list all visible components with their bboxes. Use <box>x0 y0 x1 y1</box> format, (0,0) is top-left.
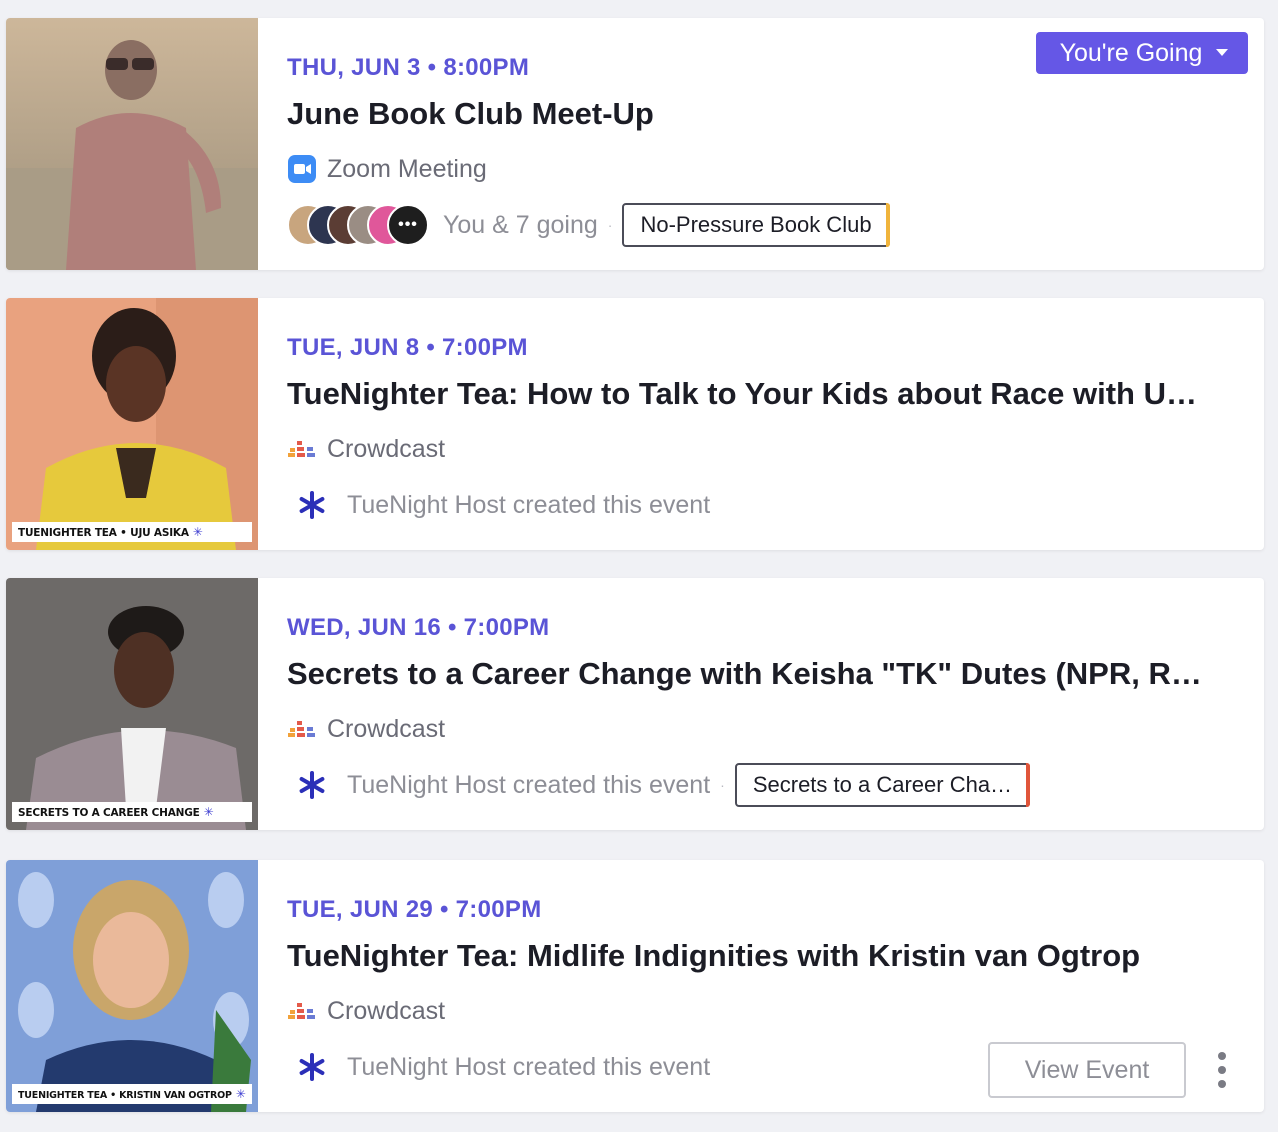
venue-label: Crowdcast <box>327 714 446 743</box>
event-title[interactable]: TueNighter Tea: Midlife Indignities with… <box>287 938 1234 974</box>
event-title[interactable]: Secrets to a Career Change with Keisha "… <box>287 656 1234 692</box>
tag-color-bar <box>1026 763 1031 807</box>
group-tag-label: No-Pressure Book Club <box>640 212 872 237</box>
tag-color-bar <box>885 203 890 247</box>
event-thumbnail[interactable] <box>6 18 258 270</box>
more-options-icon[interactable] <box>1210 1052 1234 1088</box>
event-venue: Crowdcast <box>287 714 445 744</box>
event-date: WED, JUN 16 • 7:00PM <box>287 614 550 641</box>
host-info: TueNight Host created this event <box>287 768 710 802</box>
host-text: TueNight Host created this event <box>347 1052 711 1081</box>
event-meta: TueNight Host created this event · Secre… <box>287 760 1031 810</box>
attendee-avatars[interactable]: ••• <box>287 204 429 246</box>
thumbnail-caption: TUENIGHTER TEA • KRISTIN VAN OGTROP ✳ <box>12 1084 252 1104</box>
event-venue: Zoom Meeting <box>287 154 487 184</box>
event-details: WED, JUN 16 • 7:00PM Secrets to a Career… <box>287 578 1234 830</box>
separator-dot: · <box>607 217 613 233</box>
host-text: TueNight Host created this event <box>347 770 711 799</box>
crowdcast-icon <box>287 996 317 1026</box>
rsvp-label: You're Going <box>1059 38 1203 67</box>
tuenight-logo-icon <box>295 768 329 802</box>
host-info: TueNight Host created this event <box>287 1050 710 1084</box>
crowdcast-icon <box>287 434 317 464</box>
venue-label: Crowdcast <box>327 996 446 1025</box>
host-info: TueNight Host created this event <box>287 488 710 522</box>
zoom-icon <box>287 154 317 184</box>
host-text: TueNight Host created this event <box>347 490 711 519</box>
event-details: TUE, JUN 8 • 7:00PM TueNighter Tea: How … <box>287 298 1234 550</box>
attendance-count: You & 7 going <box>443 210 598 239</box>
event-date: THU, JUN 3 • 8:00PM <box>287 54 530 81</box>
crowdcast-icon <box>287 714 317 744</box>
event-thumbnail[interactable]: SECRETS TO A CAREER CHANGE ✳ <box>6 578 258 830</box>
event-date: TUE, JUN 29 • 7:00PM <box>287 896 542 923</box>
event-meta: ••• You & 7 going · No-Pressure Book Clu… <box>287 200 890 250</box>
tuenight-logo-icon <box>295 488 329 522</box>
event-card[interactable]: TUENIGHTER TEA • KRISTIN VAN OGTROP ✳ TUE… <box>6 860 1264 1112</box>
event-thumbnail[interactable]: TUENIGHTER TEA • UJU ASIKA ✳ <box>6 298 258 550</box>
event-meta: TueNight Host created this event <box>287 480 710 530</box>
tuenight-logo-icon <box>295 1050 329 1084</box>
group-tag-label: Secrets to a Career Cha… <box>752 772 1013 797</box>
event-venue: Crowdcast <box>287 996 445 1026</box>
thumbnail-caption: SECRETS TO A CAREER CHANGE ✳ <box>12 802 252 822</box>
event-list: THU, JUN 3 • 8:00PM June Book Club Meet-… <box>0 0 1278 1132</box>
event-meta: TueNight Host created this event <box>287 1042 710 1092</box>
event-thumbnail[interactable]: TUENIGHTER TEA • KRISTIN VAN OGTROP ✳ <box>6 860 258 1112</box>
event-card[interactable]: SECRETS TO A CAREER CHANGE ✳ WED, JUN 16 … <box>6 578 1264 830</box>
event-venue: Crowdcast <box>287 434 445 464</box>
rsvp-dropdown-button[interactable]: You're Going <box>1036 32 1248 74</box>
event-title[interactable]: TueNighter Tea: How to Talk to Your Kids… <box>287 376 1234 412</box>
event-card[interactable]: TUENIGHTER TEA • UJU ASIKA ✳ TUE, JUN 8 •… <box>6 298 1264 550</box>
thumbnail-caption: TUENIGHTER TEA • UJU ASIKA ✳ <box>12 522 252 542</box>
caret-down-icon <box>1216 49 1228 56</box>
group-tag[interactable]: No-Pressure Book Club <box>622 203 890 247</box>
view-event-button[interactable]: View Event <box>988 1042 1186 1098</box>
separator-dot: · <box>720 777 725 793</box>
venue-label: Crowdcast <box>327 434 446 463</box>
event-title[interactable]: June Book Club Meet-Up <box>287 96 1234 132</box>
group-tag[interactable]: Secrets to a Career Cha… <box>734 763 1031 807</box>
event-card[interactable]: THU, JUN 3 • 8:00PM June Book Club Meet-… <box>6 18 1264 270</box>
event-date: TUE, JUN 8 • 7:00PM <box>287 334 528 361</box>
more-attendees-icon[interactable]: ••• <box>387 204 429 246</box>
venue-label: Zoom Meeting <box>327 154 487 183</box>
